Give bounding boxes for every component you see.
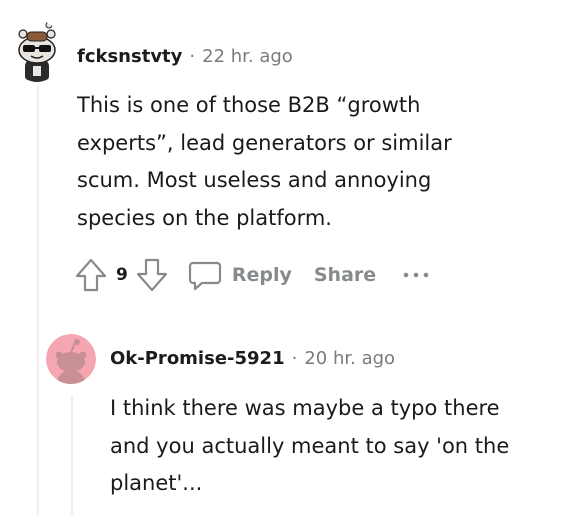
separator-dot: · xyxy=(291,348,298,369)
comment-meta: fcksnstvty · 22 hr. ago xyxy=(77,46,293,67)
default-snoo-avatar-icon xyxy=(46,334,96,384)
reply-button[interactable]: Reply xyxy=(187,257,292,293)
upvote-button[interactable] xyxy=(74,257,108,293)
timestamp[interactable]: 22 hr. ago xyxy=(202,46,293,67)
speech-bubble-icon xyxy=(188,261,221,291)
comment-line: and you actually meant to say 'on the xyxy=(110,433,510,458)
comment-body: I think there was maybe a typo there and… xyxy=(110,390,509,503)
downvote-button[interactable] xyxy=(135,257,169,293)
comment-line: This is one of those B2B “growth xyxy=(77,93,421,117)
comment-actions: 9 Reply Share xyxy=(74,253,430,297)
username[interactable]: Ok-Promise-5921 xyxy=(110,348,285,369)
comment-line: experts”, lead generators or similar xyxy=(77,130,452,155)
comment-body: This is one of those B2B “growth experts… xyxy=(77,87,452,237)
arrow-down-icon xyxy=(136,258,167,292)
username[interactable]: fcksnstvty xyxy=(77,46,182,67)
more-options-button[interactable] xyxy=(402,270,430,280)
comment-line: I think there was maybe a typo there xyxy=(110,396,500,420)
comment-meta: Ok-Promise-5921 · 20 hr. ago xyxy=(110,348,395,369)
share-button[interactable]: Share xyxy=(314,264,376,286)
share-label: Share xyxy=(313,264,377,286)
reply-label: Reply xyxy=(231,264,292,286)
ellipsis-icon xyxy=(403,272,429,278)
avatar[interactable] xyxy=(46,334,96,384)
vote-score: 9 xyxy=(116,265,128,285)
comment-line: planet'... xyxy=(110,471,203,495)
thread-line-nested[interactable] xyxy=(71,396,73,515)
thread-line[interactable] xyxy=(37,86,39,515)
avatar[interactable] xyxy=(11,20,63,82)
comment-line: species on the platform. xyxy=(77,205,332,230)
snoo-avatar-icon xyxy=(18,21,56,82)
comment-line: scum. Most useless and annoying xyxy=(77,168,432,192)
arrow-up-icon xyxy=(75,258,107,292)
separator-dot: · xyxy=(189,46,196,67)
timestamp[interactable]: 20 hr. ago xyxy=(304,348,395,369)
